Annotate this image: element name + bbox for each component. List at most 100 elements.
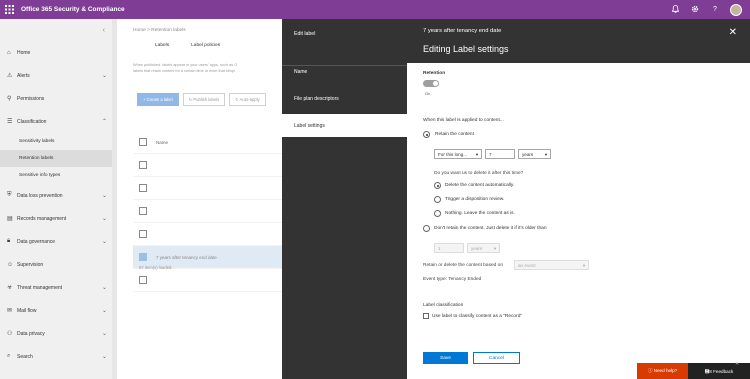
left-nav: ‹ ⌂ Home ⚠ Alerts ⌄ ⚲ Permissions ☰ Classific…	[0, 19, 117, 379]
retention-toggle[interactable]	[423, 80, 439, 87]
nav-data-privacy[interactable]: ⚇ Data privacy ⌄	[0, 322, 117, 345]
leave-content-label: Nothing. Leave the content as is.	[445, 211, 515, 216]
nav-mail-flow[interactable]: ✉ Mail flow ⌄	[0, 299, 117, 322]
dropdown-value: years	[471, 245, 483, 251]
create-label-button[interactable]: + Create a label	[137, 93, 179, 106]
delete-automatically-radio[interactable]	[434, 182, 441, 189]
alert-icon: ⚠	[7, 73, 13, 79]
bell-icon[interactable]	[670, 4, 680, 15]
row-checkbox[interactable]	[139, 276, 147, 284]
chevron-down-icon: ⌄	[101, 354, 107, 360]
older-than-input[interactable]: 1	[434, 243, 464, 253]
row-checkbox[interactable]	[139, 207, 147, 215]
retention-period-input[interactable]: 7	[485, 149, 515, 159]
close-icon[interactable]: ✕	[735, 361, 739, 367]
row-checkbox[interactable]	[139, 184, 147, 192]
nav-retention-labels[interactable]: Retention labels	[0, 150, 117, 167]
nav-records[interactable]: ▤ Records management ⌄	[0, 207, 117, 230]
row-checkbox[interactable]	[139, 230, 147, 238]
records-icon: ▤	[7, 216, 13, 222]
label-classification-heading: Label classification	[423, 303, 464, 308]
auto-apply-button[interactable]: ↻ Auto-apply	[229, 93, 266, 106]
flyout-nav-label-settings[interactable]: Label settings	[282, 114, 407, 137]
dropdown-value: years	[522, 151, 534, 157]
app-launcher-icon[interactable]	[0, 0, 19, 19]
nav-label: Search	[17, 353, 33, 360]
nav-label: Permissions	[17, 95, 45, 102]
nav-alerts[interactable]: ⚠ Alerts ⌄	[0, 64, 117, 87]
chevron-down-icon: ⌄	[101, 285, 107, 291]
applied-heading: When this label is applied to content...	[423, 118, 504, 123]
chevron-down-icon: ⌄	[101, 331, 107, 337]
privacy-icon: ⚇	[7, 331, 13, 337]
leave-content-radio[interactable]	[434, 210, 441, 217]
avatar[interactable]	[730, 3, 742, 16]
table-row[interactable]	[133, 200, 283, 223]
duration-type-dropdown[interactable]: For this long... ▼	[434, 149, 482, 159]
save-button[interactable]: Save	[423, 352, 468, 364]
retention-heading: Retention	[423, 71, 446, 76]
table-row[interactable]	[133, 177, 283, 200]
need-help-button[interactable]: ⓘ Need help?	[637, 363, 688, 379]
nav-supervision[interactable]: ☺ Supervision	[0, 253, 117, 276]
retention-unit-dropdown[interactable]: years ▼	[518, 149, 551, 159]
nav-threat[interactable]: ☣ Threat management ⌄	[0, 276, 117, 299]
nav-permissions[interactable]: ⚲ Permissions	[0, 87, 117, 110]
delete-automatically-label: Delete the content automatically.	[445, 183, 515, 188]
breadcrumb: Home > Retention labels	[133, 28, 186, 33]
tab-labels[interactable]: Labels	[155, 43, 169, 48]
table-row[interactable]	[133, 269, 283, 292]
flyout-title: Edit label	[294, 31, 316, 37]
nav-label: Sensitive info types	[19, 173, 61, 178]
older-than-unit-dropdown[interactable]: years ▼	[467, 243, 500, 253]
nav-sensitivity-labels[interactable]: Sensitivity labels	[0, 133, 117, 150]
table-row[interactable]	[133, 223, 283, 246]
input-value: 1	[438, 245, 441, 251]
row-checkbox[interactable]	[139, 253, 147, 261]
input-value: 7	[489, 151, 492, 157]
retention-state: On	[425, 91, 431, 96]
column-header-name[interactable]: Name	[156, 140, 168, 145]
threat-icon: ☣	[7, 285, 13, 291]
based-on-dropdown[interactable]: an event ▼	[514, 260, 589, 270]
nav-data-governance[interactable]: 🔒︎ Data governance ⌄	[0, 230, 117, 253]
nav-label: Data governance	[17, 238, 56, 245]
nav-label: Data privacy	[17, 330, 45, 337]
nav-sensitive-info-types[interactable]: Sensitive info types	[0, 167, 117, 184]
dont-retain-radio[interactable]	[423, 225, 430, 232]
flyout-nav: Edit label Name File plan descriptors La…	[282, 19, 407, 379]
item-count: 57 item(s) loaded.	[139, 265, 173, 270]
flyout-nav-name[interactable]: Name	[294, 69, 307, 75]
nav-home[interactable]: ⌂ Home	[0, 41, 117, 64]
panel-title: Editing Label settings	[423, 44, 509, 54]
chevron-down-icon: ⌄	[101, 308, 107, 314]
permissions-icon: ⚲	[7, 96, 12, 102]
flyout-nav-file-plan[interactable]: File plan descriptors	[294, 96, 339, 102]
row-name: 7 years after tenancy end date	[156, 254, 217, 260]
tab-label-policies[interactable]: Label policies	[191, 43, 220, 48]
retain-content-radio[interactable]	[423, 131, 430, 138]
select-all-checkbox[interactable]	[139, 138, 147, 146]
table-row[interactable]	[133, 154, 283, 177]
nav-search[interactable]: ⌕ Search ⌄	[0, 345, 117, 368]
close-icon[interactable]: ✕	[729, 27, 737, 38]
gear-icon[interactable]	[690, 5, 700, 15]
collapse-nav-icon[interactable]: ‹	[0, 19, 117, 41]
record-checkbox[interactable]	[423, 313, 429, 319]
supervision-icon: ☺	[7, 261, 14, 268]
disposition-review-radio[interactable]	[434, 196, 441, 203]
edit-label-panel: 7 years after tenancy end date Editing L…	[407, 19, 750, 379]
nav-label: Retention labels	[19, 156, 54, 161]
nav-label: Data loss prevention	[17, 192, 63, 199]
help-icon[interactable]: ?	[710, 6, 720, 13]
nav-dlp[interactable]: ⛨ Data loss prevention ⌄	[0, 184, 117, 207]
feedback-button[interactable]: ὞8 Feedback	[688, 363, 750, 379]
row-checkbox[interactable]	[139, 161, 147, 169]
chevron-down-icon: ▼	[475, 151, 479, 157]
list-header: Name	[133, 131, 283, 154]
nav-classification[interactable]: ☰ Classification ⌃	[0, 110, 117, 133]
top-bar: Office 365 Security & Compliance ?	[0, 0, 750, 19]
nav-label: Supervision	[17, 261, 44, 268]
cancel-button[interactable]: Cancel	[473, 352, 520, 364]
publish-labels-button[interactable]: ↻ Publish labels	[182, 93, 226, 106]
